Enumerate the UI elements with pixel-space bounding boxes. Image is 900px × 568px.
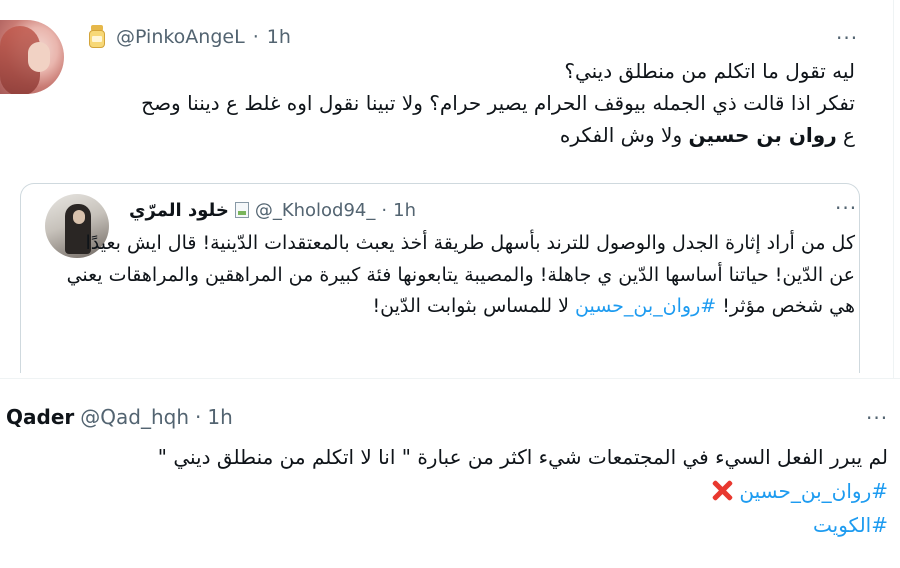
display-name[interactable]: Qader bbox=[6, 405, 74, 429]
tweet-line: #الكويت bbox=[8, 508, 888, 542]
honey-jar-icon bbox=[86, 25, 108, 49]
broken-image-icon bbox=[234, 202, 249, 218]
tweet-line: ليه تقول ما اتكلم من منطلق ديني؟ bbox=[564, 59, 855, 83]
tweet-line: #روان_بن_حسين bbox=[8, 474, 888, 508]
tweet-header: @PinkoAngeL · 1h bbox=[86, 25, 291, 49]
quoted-header: خلود المرّي @_Kholod94_ · 1h bbox=[129, 199, 416, 221]
avatar[interactable] bbox=[0, 20, 64, 94]
tweet-header: Qader @Qad_hqh · 1h bbox=[6, 405, 233, 429]
more-options-icon[interactable]: ··· bbox=[836, 26, 858, 50]
timestamp[interactable]: 1h bbox=[207, 405, 232, 429]
separator: · bbox=[195, 405, 202, 429]
quoted-tweet[interactable]: خلود المرّي @_Kholod94_ · 1h ··· كل من أ… bbox=[20, 183, 860, 373]
quoted-display-name[interactable]: خلود المرّي bbox=[129, 200, 229, 221]
quoted-handle[interactable]: @_Kholod94_ bbox=[255, 200, 376, 221]
tweet-pinkoangel[interactable]: @PinkoAngeL · 1h ··· ليه تقول ما اتكلم م… bbox=[0, 0, 893, 378]
timestamp[interactable]: 1h bbox=[393, 200, 416, 221]
timestamp[interactable]: 1h bbox=[267, 26, 291, 48]
separator: · bbox=[381, 199, 388, 221]
hashtag-link[interactable]: #روان_بن_حسين bbox=[739, 479, 888, 503]
bold-name: روان بن حسين bbox=[688, 123, 837, 147]
avatar-face bbox=[28, 42, 50, 72]
more-options-icon[interactable]: ··· bbox=[835, 196, 857, 220]
tweet-text: ليه تقول ما اتكلم من منطلق ديني؟ تفكر اذ… bbox=[65, 55, 855, 151]
tweet-line: ع روان بن حسين ولا وش الفكره bbox=[559, 123, 855, 147]
tweet-text: لم يبرر الفعل السيء في المجتمعات شيء اكث… bbox=[8, 440, 888, 542]
quoted-text: كل من أراد إثارة الجدل والوصول للترند بأ… bbox=[66, 232, 855, 317]
user-handle[interactable]: @PinkoAngeL bbox=[116, 26, 245, 48]
separator: · bbox=[252, 26, 259, 48]
column-border bbox=[893, 0, 894, 378]
tweet-line: لم يبرر الفعل السيء في المجتمعات شيء اكث… bbox=[157, 445, 888, 469]
more-options-icon[interactable]: ··· bbox=[866, 406, 888, 430]
tweet-line: تفكر اذا قالت ذي الجمله بيوقف الحرام يصي… bbox=[141, 91, 855, 115]
hashtag-link[interactable]: #روان_بن_حسين bbox=[575, 295, 716, 317]
tweet-divider bbox=[0, 378, 900, 379]
red-cross-icon bbox=[711, 479, 733, 501]
hashtag-link[interactable]: #الكويت bbox=[813, 513, 888, 537]
user-handle[interactable]: @Qad_hqh bbox=[80, 405, 189, 429]
